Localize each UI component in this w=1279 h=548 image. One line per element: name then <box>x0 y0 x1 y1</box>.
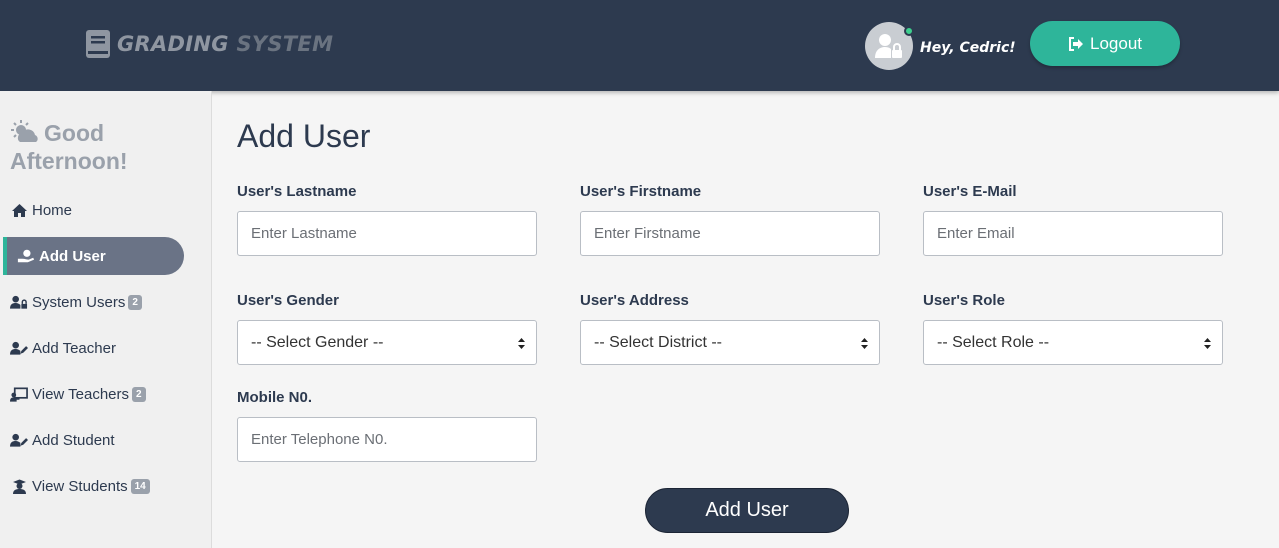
email-label: User's E-Mail <box>923 183 1017 200</box>
sidebar-item-home[interactable]: Home <box>10 198 72 222</box>
brand-word-grading: GRADING <box>117 32 229 56</box>
logout-label: Logout <box>1090 33 1142 53</box>
sidebar-item-label: Home <box>32 201 73 219</box>
hand-user-icon <box>17 248 35 264</box>
home-icon <box>10 202 28 218</box>
select-arrows-icon <box>861 338 868 349</box>
brand-title: GRADING SYSTEM <box>117 32 333 56</box>
firstname-label: User's Firstname <box>580 183 702 200</box>
user-edit-icon <box>10 340 28 356</box>
sidebar-item-view-teachers[interactable]: View Teachers 2 <box>10 382 146 406</box>
user-lock-icon <box>875 34 902 58</box>
sidebar-item-label: Add User <box>39 247 106 265</box>
book-icon <box>86 30 110 58</box>
sidebar-greeting: Good Afternoon! <box>10 119 200 175</box>
sidebar-item-label: System Users <box>32 293 126 311</box>
mobile-label: Mobile N0. <box>237 389 313 406</box>
sidebar-item-add-user[interactable]: Add User <box>3 237 184 275</box>
lastname-label: User's Lastname <box>237 183 357 200</box>
brand-logo[interactable]: GRADING SYSTEM <box>85 28 333 60</box>
lastname-input[interactable] <box>237 211 537 256</box>
logout-button[interactable]: Logout <box>1030 21 1180 66</box>
online-status-dot <box>904 26 914 36</box>
gender-label: User's Gender <box>237 292 339 309</box>
sidebar-item-label: View Teachers <box>32 385 130 403</box>
sidebar: Good Afternoon! Home Add User System Use… <box>0 91 212 548</box>
district-select[interactable]: -- Select District -- <box>580 320 880 365</box>
sidebar-item-add-teacher[interactable]: Add Teacher <box>10 336 116 360</box>
user-greeting: Hey, Cedric! <box>920 40 1016 56</box>
sidebar-item-system-users[interactable]: System Users 2 <box>10 290 142 314</box>
select-arrows-icon <box>518 338 525 349</box>
firstname-input[interactable] <box>580 211 880 256</box>
user-edit-icon <box>10 432 28 448</box>
page-title: Add User <box>237 118 371 154</box>
address-label: User's Address <box>580 292 689 309</box>
email-input[interactable] <box>923 211 1223 256</box>
sign-out-icon <box>1069 36 1083 51</box>
sidebar-item-label: Add Student <box>32 431 115 449</box>
district-selected-value: -- Select District -- <box>594 333 722 351</box>
top-header: GRADING SYSTEM Hey, Cedric! Logout <box>0 0 1279 91</box>
sidebar-item-add-student[interactable]: Add Student <box>10 428 115 452</box>
add-user-button[interactable]: Add User <box>645 488 849 533</box>
gender-select[interactable]: -- Select Gender -- <box>237 320 537 365</box>
role-select[interactable]: -- Select Role -- <box>923 320 1223 365</box>
sidebar-item-view-students[interactable]: View Students 14 <box>10 474 150 498</box>
sidebar-item-label: View Students <box>32 477 128 495</box>
graduate-icon <box>10 478 28 494</box>
user-lock-icon <box>10 294 28 310</box>
view-students-count-badge: 14 <box>130 478 150 494</box>
gender-selected-value: -- Select Gender -- <box>251 333 384 351</box>
system-users-count-badge: 2 <box>128 294 142 310</box>
role-selected-value: -- Select Role -- <box>937 333 1050 351</box>
sun-cloud-icon <box>11 120 38 142</box>
chalkboard-teacher-icon <box>10 386 28 402</box>
view-teachers-count-badge: 2 <box>132 386 146 402</box>
select-arrows-icon <box>1204 338 1211 349</box>
role-label: User's Role <box>923 292 1005 309</box>
sidebar-item-label: Add Teacher <box>32 339 116 357</box>
brand-word-system: SYSTEM <box>236 32 334 56</box>
mobile-input[interactable] <box>237 417 537 462</box>
